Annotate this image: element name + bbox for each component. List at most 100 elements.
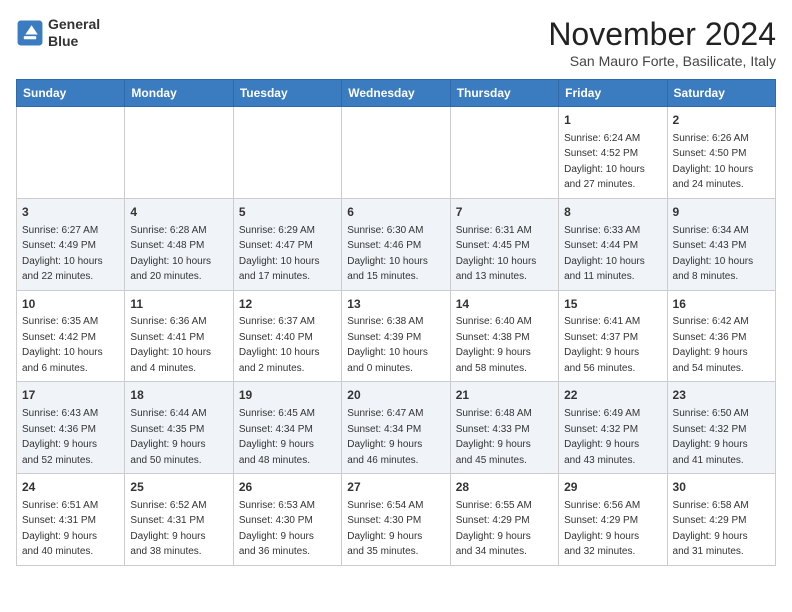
calendar-cell: 28Sunrise: 6:55 AM Sunset: 4:29 PM Dayli…	[450, 474, 558, 566]
day-info: Sunrise: 6:36 AM Sunset: 4:41 PM Dayligh…	[130, 316, 211, 374]
calendar-cell: 12 Sunrise: 6:37 AM Sunset: 4:40 PM Dayli…	[233, 290, 341, 382]
day-number: 14	[456, 296, 553, 313]
day-number: 17	[22, 387, 119, 404]
calendar-cell: 1Sunrise: 6:24 AM Sunset: 4:52 PM Daylig…	[559, 107, 667, 199]
day-number: 18	[130, 387, 227, 404]
day-info: Sunrise: 6:52 AM Sunset: 4:31 PM Dayligh…	[130, 500, 206, 558]
day-info: Sunrise: 6:44 AM Sunset: 4:35 PM Dayligh…	[130, 408, 206, 466]
day-number: 12	[239, 296, 336, 313]
day-number: 4	[130, 204, 227, 221]
day-info: Sunrise: 6:42 AM Sunset: 4:36 PM Dayligh…	[673, 316, 749, 374]
day-number: 21	[456, 387, 553, 404]
calendar-cell: 27Sunrise: 6:54 AM Sunset: 4:30 PM Dayli…	[342, 474, 450, 566]
weekday-header: Sunday	[17, 80, 125, 107]
calendar-table: SundayMondayTuesdayWednesdayThursdayFrid…	[16, 79, 776, 566]
day-number: 19	[239, 387, 336, 404]
weekday-header: Tuesday	[233, 80, 341, 107]
calendar-cell: 16 Sunrise: 6:42 AM Sunset: 4:36 PM Dayli…	[667, 290, 775, 382]
day-number: 24	[22, 479, 119, 496]
calendar-cell: 18 Sunrise: 6:44 AM Sunset: 4:35 PM Dayli…	[125, 382, 233, 474]
day-number: 29	[564, 479, 661, 496]
day-info: Sunrise: 6:48 AM Sunset: 4:33 PM Dayligh…	[456, 408, 532, 466]
calendar-cell: 19Sunrise: 6:45 AM Sunset: 4:34 PM Dayli…	[233, 382, 341, 474]
calendar-week-row: 17 Sunrise: 6:43 AM Sunset: 4:36 PM Dayli…	[17, 382, 776, 474]
day-info: Sunrise: 6:29 AM Sunset: 4:47 PM Dayligh…	[239, 225, 320, 283]
day-number: 22	[564, 387, 661, 404]
day-info: Sunrise: 6:30 AM Sunset: 4:46 PM Dayligh…	[347, 225, 428, 283]
day-number: 1	[564, 112, 661, 129]
day-info: Sunrise: 6:53 AM Sunset: 4:30 PM Dayligh…	[239, 500, 315, 558]
day-info: Sunrise: 6:43 AM Sunset: 4:36 PM Dayligh…	[22, 408, 98, 466]
day-info: Sunrise: 6:55 AM Sunset: 4:29 PM Dayligh…	[456, 500, 532, 558]
day-info: Sunrise: 6:51 AM Sunset: 4:31 PM Dayligh…	[22, 500, 98, 558]
day-info: Sunrise: 6:26 AM Sunset: 4:50 PM Dayligh…	[673, 133, 754, 191]
day-info: Sunrise: 6:56 AM Sunset: 4:29 PM Dayligh…	[564, 500, 640, 558]
calendar-week-row: 1Sunrise: 6:24 AM Sunset: 4:52 PM Daylig…	[17, 107, 776, 199]
day-number: 13	[347, 296, 444, 313]
day-info: Sunrise: 6:49 AM Sunset: 4:32 PM Dayligh…	[564, 408, 640, 466]
day-number: 26	[239, 479, 336, 496]
weekday-header: Thursday	[450, 80, 558, 107]
day-number: 16	[673, 296, 770, 313]
calendar-cell: 2 Sunrise: 6:26 AM Sunset: 4:50 PM Daylig…	[667, 107, 775, 199]
weekday-header: Friday	[559, 80, 667, 107]
calendar-cell: 26 Sunrise: 6:53 AM Sunset: 4:30 PM Dayli…	[233, 474, 341, 566]
day-info: Sunrise: 6:38 AM Sunset: 4:39 PM Dayligh…	[347, 316, 428, 374]
day-number: 7	[456, 204, 553, 221]
calendar-cell: 4Sunrise: 6:28 AM Sunset: 4:48 PM Daylig…	[125, 198, 233, 290]
page-header: General Blue November 2024 San Mauro For…	[16, 16, 776, 69]
calendar-cell: 7 Sunrise: 6:31 AM Sunset: 4:45 PM Daylig…	[450, 198, 558, 290]
day-info: Sunrise: 6:27 AM Sunset: 4:49 PM Dayligh…	[22, 225, 103, 283]
logo: General Blue	[16, 16, 100, 50]
day-info: Sunrise: 6:58 AM Sunset: 4:29 PM Dayligh…	[673, 500, 749, 558]
calendar-cell: 29 Sunrise: 6:56 AM Sunset: 4:29 PM Dayli…	[559, 474, 667, 566]
calendar-cell	[233, 107, 341, 199]
calendar-cell: 21 Sunrise: 6:48 AM Sunset: 4:33 PM Dayli…	[450, 382, 558, 474]
day-info: Sunrise: 6:35 AM Sunset: 4:42 PM Dayligh…	[22, 316, 103, 374]
day-info: Sunrise: 6:40 AM Sunset: 4:38 PM Dayligh…	[456, 316, 532, 374]
calendar-cell: 30 Sunrise: 6:58 AM Sunset: 4:29 PM Dayli…	[667, 474, 775, 566]
calendar-cell: 20Sunrise: 6:47 AM Sunset: 4:34 PM Dayli…	[342, 382, 450, 474]
calendar-cell	[342, 107, 450, 199]
calendar-cell: 24 Sunrise: 6:51 AM Sunset: 4:31 PM Dayli…	[17, 474, 125, 566]
calendar-cell: 14 Sunrise: 6:40 AM Sunset: 4:38 PM Dayli…	[450, 290, 558, 382]
day-number: 10	[22, 296, 119, 313]
day-number: 8	[564, 204, 661, 221]
day-number: 30	[673, 479, 770, 496]
day-info: Sunrise: 6:54 AM Sunset: 4:30 PM Dayligh…	[347, 500, 423, 558]
day-number: 3	[22, 204, 119, 221]
day-number: 5	[239, 204, 336, 221]
calendar-cell: 13 Sunrise: 6:38 AM Sunset: 4:39 PM Dayli…	[342, 290, 450, 382]
calendar-cell: 23 Sunrise: 6:50 AM Sunset: 4:32 PM Dayli…	[667, 382, 775, 474]
day-info: Sunrise: 6:41 AM Sunset: 4:37 PM Dayligh…	[564, 316, 640, 374]
calendar-cell: 8Sunrise: 6:33 AM Sunset: 4:44 PM Daylig…	[559, 198, 667, 290]
day-number: 23	[673, 387, 770, 404]
day-info: Sunrise: 6:50 AM Sunset: 4:32 PM Dayligh…	[673, 408, 749, 466]
logo-text: General Blue	[48, 16, 100, 50]
calendar-body: 1Sunrise: 6:24 AM Sunset: 4:52 PM Daylig…	[17, 107, 776, 566]
weekday-header: Monday	[125, 80, 233, 107]
day-info: Sunrise: 6:34 AM Sunset: 4:43 PM Dayligh…	[673, 225, 754, 283]
title-area: November 2024 San Mauro Forte, Basilicat…	[548, 16, 776, 69]
calendar-cell: 15 Sunrise: 6:41 AM Sunset: 4:37 PM Dayli…	[559, 290, 667, 382]
day-info: Sunrise: 6:47 AM Sunset: 4:34 PM Dayligh…	[347, 408, 423, 466]
day-number: 2	[673, 112, 770, 129]
weekday-header: Wednesday	[342, 80, 450, 107]
day-info: Sunrise: 6:37 AM Sunset: 4:40 PM Dayligh…	[239, 316, 320, 374]
day-number: 11	[130, 296, 227, 313]
month-title: November 2024	[548, 16, 776, 53]
location-title: San Mauro Forte, Basilicate, Italy	[548, 53, 776, 69]
calendar-cell	[17, 107, 125, 199]
weekday-header: Saturday	[667, 80, 775, 107]
calendar-week-row: 3 Sunrise: 6:27 AM Sunset: 4:49 PM Daylig…	[17, 198, 776, 290]
calendar-cell: 17 Sunrise: 6:43 AM Sunset: 4:36 PM Dayli…	[17, 382, 125, 474]
calendar-cell: 6Sunrise: 6:30 AM Sunset: 4:46 PM Daylig…	[342, 198, 450, 290]
day-info: Sunrise: 6:31 AM Sunset: 4:45 PM Dayligh…	[456, 225, 537, 283]
day-number: 9	[673, 204, 770, 221]
day-number: 15	[564, 296, 661, 313]
calendar-week-row: 10 Sunrise: 6:35 AM Sunset: 4:42 PM Dayli…	[17, 290, 776, 382]
calendar-header-row: SundayMondayTuesdayWednesdayThursdayFrid…	[17, 80, 776, 107]
calendar-cell: 22 Sunrise: 6:49 AM Sunset: 4:32 PM Dayli…	[559, 382, 667, 474]
calendar-week-row: 24 Sunrise: 6:51 AM Sunset: 4:31 PM Dayli…	[17, 474, 776, 566]
calendar-cell: 5 Sunrise: 6:29 AM Sunset: 4:47 PM Daylig…	[233, 198, 341, 290]
